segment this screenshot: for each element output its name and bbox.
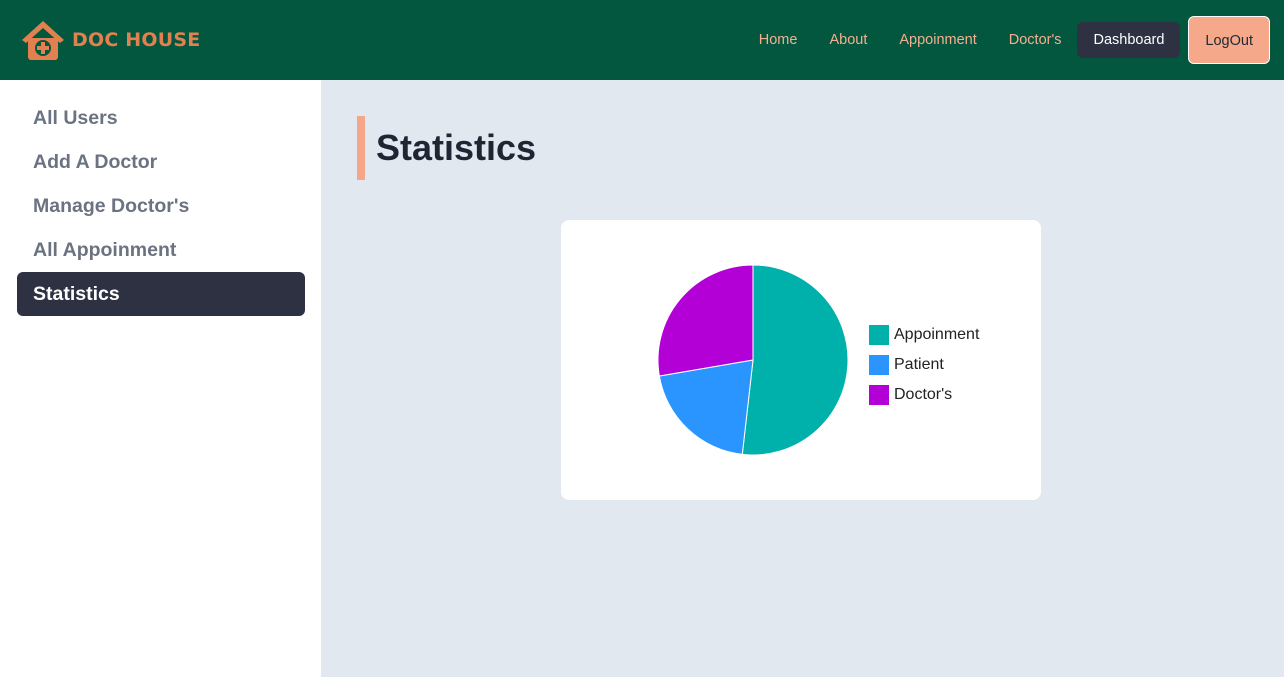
pie-chart	[657, 264, 849, 456]
chart-legend: Appoinment Patient Doctor's	[869, 320, 979, 410]
legend-label: Doctor's	[894, 386, 953, 403]
sidebar: All Users Add A Doctor Manage Doctor's A…	[0, 80, 321, 677]
legend-swatch	[869, 385, 889, 405]
legend-label: Patient	[894, 356, 944, 373]
sidebar-item-add-doctor[interactable]: Add A Doctor	[17, 140, 305, 184]
dashboard-button[interactable]: Dashboard	[1077, 22, 1181, 58]
brand[interactable]: DOC HOUSE	[20, 18, 200, 62]
brand-name: DOC HOUSE	[72, 29, 201, 51]
logout-button[interactable]: LogOut	[1188, 16, 1270, 64]
legend-item[interactable]: Patient	[869, 350, 979, 380]
pie-slice-appoinment[interactable]	[741, 264, 849, 456]
legend-item[interactable]: Appoinment	[869, 320, 979, 350]
sidebar-item-statistics[interactable]: Statistics	[17, 272, 305, 316]
house-plus-icon	[22, 21, 64, 60]
sidebar-item-all-appointment[interactable]: All Appoinment	[17, 228, 305, 272]
statistics-chart-card: Appoinment Patient Doctor's	[561, 220, 1041, 500]
sidebar-item-manage-doctors[interactable]: Manage Doctor's	[17, 184, 305, 228]
pie-slice-doctor-s[interactable]	[657, 264, 754, 377]
nav-appointment-link[interactable]: Appoinment	[899, 32, 976, 48]
title-accent-bar	[357, 116, 365, 180]
nav-about-link[interactable]: About	[829, 32, 867, 48]
nav-doctors-link[interactable]: Doctor's	[1009, 32, 1062, 48]
nav-home-link[interactable]: Home	[759, 32, 798, 48]
legend-swatch	[869, 355, 889, 375]
page-title: Statistics	[376, 127, 537, 168]
sidebar-item-all-users[interactable]: All Users	[17, 96, 305, 140]
legend-label: Appoinment	[894, 326, 980, 343]
main-nav: Home About Appoinment Doctor's Dashboard…	[759, 16, 1270, 64]
pie-slice-patient[interactable]	[658, 359, 754, 455]
top-navbar: DOC HOUSE Home About Appoinment Doctor's…	[0, 0, 1284, 80]
legend-item[interactable]: Doctor's	[869, 380, 979, 410]
legend-swatch	[869, 325, 889, 345]
page-heading: Statistics	[357, 116, 536, 180]
